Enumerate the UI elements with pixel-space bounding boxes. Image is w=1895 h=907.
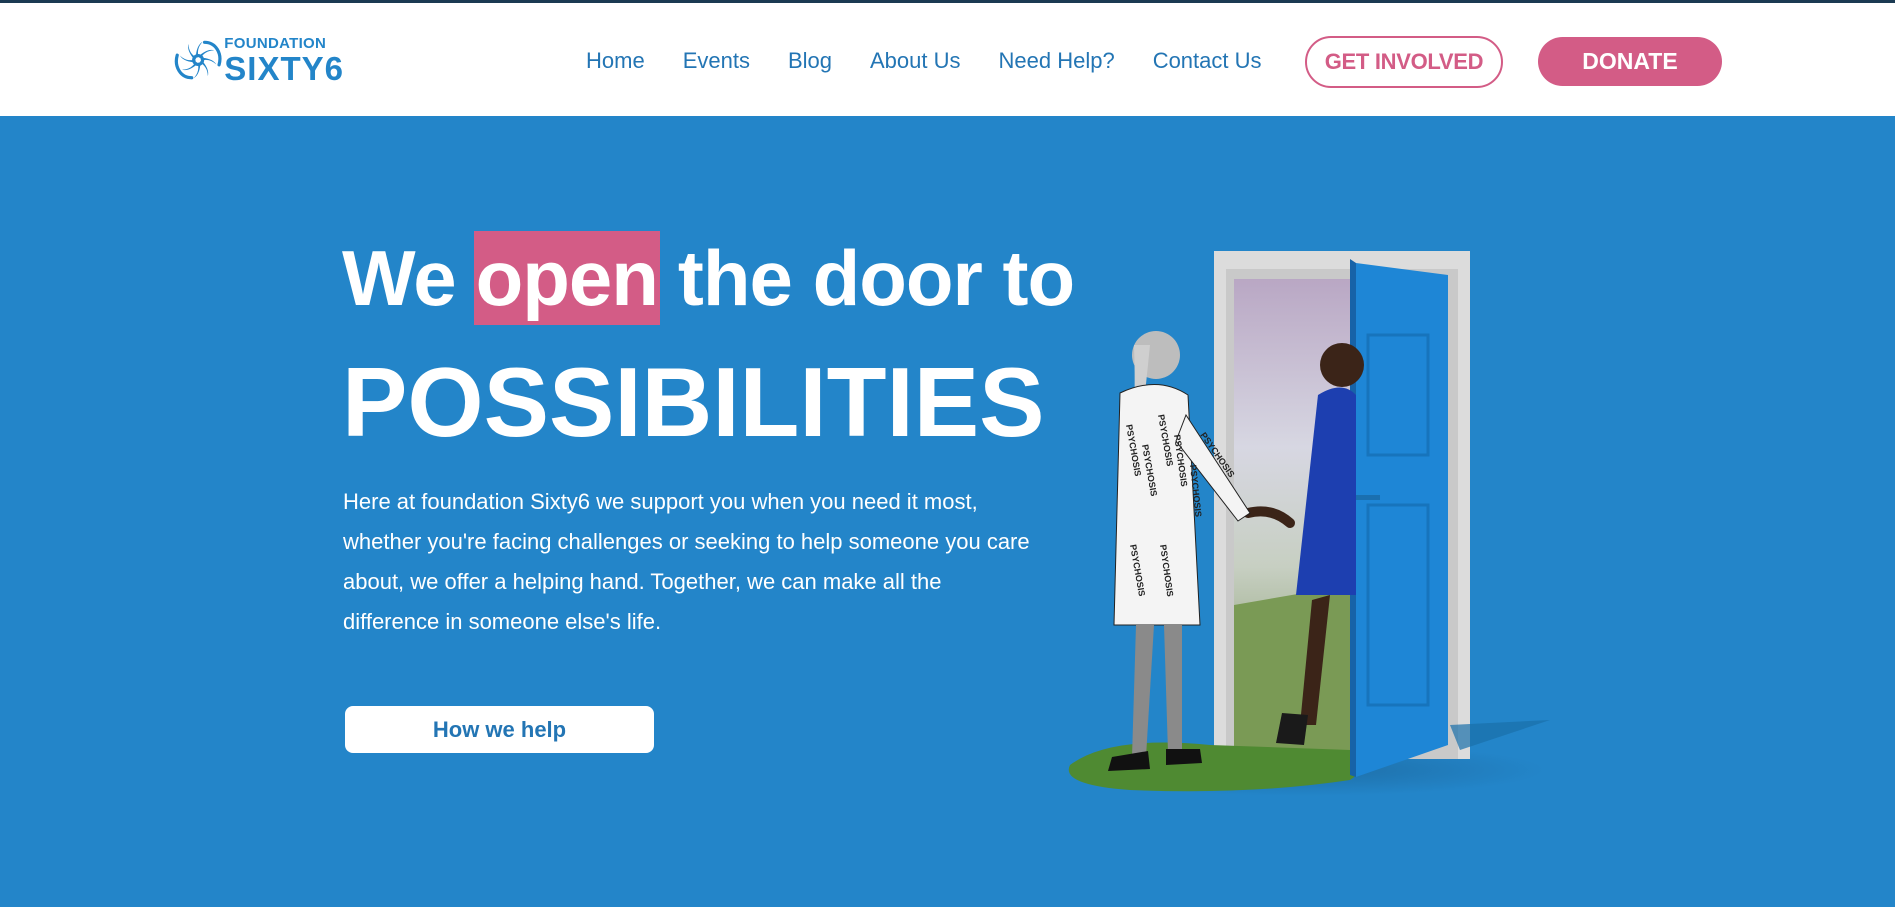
hero-words-door: the door to: [677, 233, 1075, 322]
blue-door: [1356, 263, 1448, 777]
site-header: FOUNDATION SIXTY6 Home Events Blog About…: [0, 3, 1895, 116]
site-logo[interactable]: FOUNDATION SIXTY6: [174, 27, 344, 93]
woman-blue-head: [1320, 343, 1364, 387]
logo-text-top: FOUNDATION: [224, 34, 327, 52]
nav-home[interactable]: Home: [586, 48, 645, 74]
nav-need-help[interactable]: Need Help?: [999, 48, 1115, 74]
hero-illustration: PSYCHOSIS PSYCHOSIS PSYCHOSIS PSYCHOSIS …: [1065, 251, 1550, 796]
nav-about-us[interactable]: About Us: [870, 48, 961, 74]
donate-button[interactable]: DONATE: [1538, 37, 1722, 86]
hero-heading-possibilities: POSSIBILITIES: [342, 347, 1045, 457]
hero-word-open-highlight: open: [473, 231, 660, 325]
hero-paragraph: Here at foundation Sixty6 we support you…: [343, 489, 1030, 634]
main-nav: Home Events Blog About Us Need Help? Con…: [586, 43, 1300, 79]
hero-word-we: We: [342, 233, 457, 322]
logo-text-bottom: SIXTY6: [224, 49, 344, 87]
how-we-help-button[interactable]: How we help: [345, 706, 654, 753]
get-involved-button[interactable]: GET INVOLVED: [1305, 36, 1503, 88]
nav-blog[interactable]: Blog: [788, 48, 832, 74]
spiral-logo-icon: [174, 40, 222, 80]
nav-contact-us[interactable]: Contact Us: [1153, 48, 1262, 74]
nav-events[interactable]: Events: [683, 48, 750, 74]
hero-heading-line1: We open the door to: [342, 228, 1075, 328]
